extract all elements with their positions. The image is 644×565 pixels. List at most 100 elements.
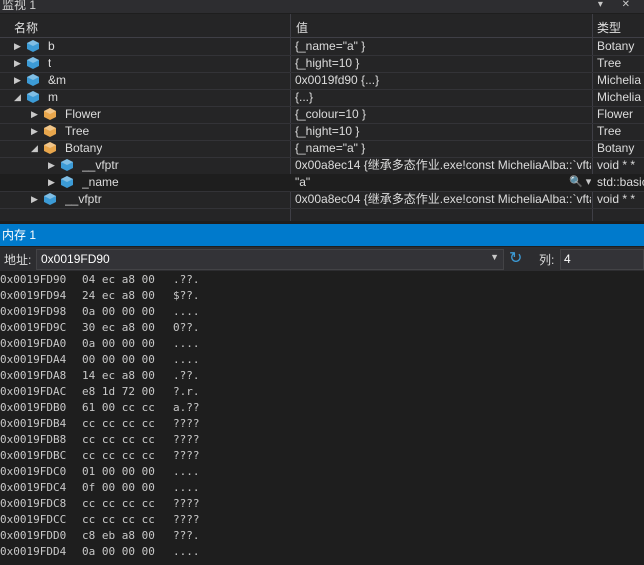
- collapse-arrow-icon[interactable]: ◢: [14, 89, 24, 105]
- memory-row[interactable]: 0x0019FDD4 0a 00 00 00....: [0, 544, 644, 560]
- memory-row-hex: cc cc cc cc: [82, 449, 155, 462]
- memory-row-address: 0x0019FDBC: [0, 449, 67, 462]
- watch-row-name: m: [48, 90, 58, 104]
- memory-row-address: 0x0019FDA8: [0, 369, 67, 382]
- memory-row[interactable]: 0x0019FD94 24 ec a8 00 $??.: [0, 288, 644, 304]
- watch-row-value: {_name="a" }: [295, 141, 366, 155]
- memory-row-hex: 00 00 00 00: [82, 353, 155, 366]
- memory-row[interactable]: 0x0019FDB8 cc cc cc cc????: [0, 432, 644, 448]
- expand-arrow-icon[interactable]: ▶: [31, 123, 41, 139]
- watch-row-name: b: [48, 39, 55, 53]
- watch-row-value[interactable]: "a": [295, 174, 591, 190]
- chevron-down-icon[interactable]: ▼: [490, 252, 499, 262]
- watch-row[interactable]: ▶ t {_hight=10 } Tree: [0, 55, 644, 73]
- variable-icon: [26, 56, 40, 70]
- watch-row[interactable]: ▶ __vfptr 0x00a8ec14 {继承多态作业.exe!const Mic…: [0, 157, 644, 175]
- memory-row[interactable]: 0x0019FDCC cc cc cc cc????: [0, 512, 644, 528]
- memory-row-address: 0x0019FDB0: [0, 401, 67, 414]
- watch-row[interactable]: ▶ Flower {_colour=10 } Flower: [0, 106, 644, 124]
- watch-row-value: {_name="a" }: [295, 39, 366, 53]
- watch-row-name: Tree: [65, 124, 90, 138]
- memory-row-chars: ....: [173, 305, 200, 318]
- watch-row[interactable]: ▶ Tree {_hight=10 } Tree: [0, 123, 644, 141]
- memory-row[interactable]: 0x0019FDB0 61 00 cc cc a.??: [0, 400, 644, 416]
- column-header-value[interactable]: 值: [296, 19, 308, 36]
- memory-row-chars: .??.: [173, 273, 200, 286]
- watch-row[interactable]: ▶ &m 0x0019fd90 {...} Michelia: [0, 72, 644, 90]
- base-class-icon: [43, 107, 57, 121]
- memory-row-chars: ....: [173, 353, 200, 366]
- memory-row[interactable]: 0x0019FDA8 14 ec a8 00.??.: [0, 368, 644, 384]
- memory-row-hex: cc cc cc cc: [82, 497, 155, 510]
- expand-arrow-icon[interactable]: ▶: [31, 191, 41, 207]
- watch-row[interactable]: ▶ __vfptr 0x00a8ec04 {继承多态作业.exe!const Mic…: [0, 191, 644, 209]
- memory-row[interactable]: 0x0019FDC8 cc cc cc cc????: [0, 496, 644, 512]
- collapse-arrow-icon[interactable]: ◢: [31, 140, 41, 156]
- search-icon[interactable]: 🔍 ▾: [569, 174, 591, 190]
- memory-row[interactable]: 0x0019FD98 0a 00 00 00....: [0, 304, 644, 320]
- memory-view[interactable]: 0x0019FD90 04 ec a8 00.??. 0x0019FD94 24 ec…: [0, 272, 644, 565]
- memory-row-chars: ....: [173, 545, 200, 558]
- variable-icon: [26, 73, 40, 87]
- column-header-type[interactable]: 类型: [597, 19, 621, 36]
- watch-row[interactable]: ▶ b {_name="a" } Botany: [0, 38, 644, 56]
- column-header-name[interactable]: 名称: [14, 19, 38, 36]
- watch-row-name: Botany: [65, 141, 103, 155]
- memory-row[interactable]: 0x0019FD9C 30 ec a8 00 0??.: [0, 320, 644, 336]
- panel-menu-close-icons[interactable]: ▾ ✕: [598, 0, 638, 11]
- memory-row[interactable]: 0x0019FDB4 cc cc cc cc????: [0, 416, 644, 432]
- watch-panel-titlebar: 监视 1 ▾ ✕: [0, 0, 644, 13]
- memory-row-chars: ....: [173, 465, 200, 478]
- memory-row[interactable]: 0x0019FDC0 01 00 00 00....: [0, 464, 644, 480]
- base-class-icon: [43, 124, 57, 138]
- memory-row-chars: ???.: [173, 529, 200, 542]
- memory-row[interactable]: 0x0019FDD0 c8 eb a8 00???.: [0, 528, 644, 544]
- watch-row-value: 0x0019fd90 {...}: [295, 73, 380, 87]
- watch-row-type: Flower: [597, 107, 634, 121]
- memory-panel-titlebar: 内存 1: [0, 224, 644, 246]
- address-value[interactable]: 0x0019FD90: [41, 252, 110, 266]
- expand-arrow-icon[interactable]: ▶: [14, 55, 24, 71]
- watch-row-name: Flower: [65, 107, 102, 121]
- watch-row-type: Botany: [597, 39, 635, 53]
- watch-row-type: void * *: [597, 192, 636, 206]
- memory-row-address: 0x0019FDC4: [0, 481, 67, 494]
- memory-panel-title: 内存 1: [2, 228, 37, 242]
- watch-row[interactable]: ◢ Botany {_name="a" } Botany: [0, 140, 644, 158]
- expand-arrow-icon[interactable]: ▶: [48, 174, 58, 190]
- expand-arrow-icon[interactable]: ▶: [14, 72, 24, 88]
- memory-row[interactable]: 0x0019FDA0 0a 00 00 00....: [0, 336, 644, 352]
- watch-row-type: std::basic: [597, 175, 644, 189]
- watch-row-name: _name: [82, 175, 119, 189]
- memory-row-hex: cc cc cc cc: [82, 433, 155, 446]
- memory-row[interactable]: 0x0019FDA4 00 00 00 00....: [0, 352, 644, 368]
- columns-input[interactable]: 4: [560, 249, 644, 270]
- watch-row-name: __vfptr: [82, 158, 119, 172]
- memory-row-address: 0x0019FD94: [0, 289, 67, 302]
- watch-row-type: Botany: [597, 141, 635, 155]
- memory-row[interactable]: 0x0019FDBC cc cc cc cc????: [0, 448, 644, 464]
- memory-row-chars: 0??.: [173, 321, 200, 334]
- memory-row-hex: 24 ec a8 00: [82, 289, 155, 302]
- variable-icon: [60, 158, 74, 172]
- expand-arrow-icon[interactable]: ▶: [31, 106, 41, 122]
- memory-row[interactable]: 0x0019FDAC e8 1d 72 00 ?.r.: [0, 384, 644, 400]
- columns-value[interactable]: 4: [564, 252, 571, 266]
- memory-row-address: 0x0019FDD4: [0, 545, 67, 558]
- memory-row-address: 0x0019FDCC: [0, 513, 67, 526]
- memory-row-address: 0x0019FD9C: [0, 321, 67, 334]
- memory-row-hex: 61 00 cc cc: [82, 401, 155, 414]
- memory-row-address: 0x0019FD98: [0, 305, 67, 318]
- address-input[interactable]: 0x0019FD90 ▼: [36, 249, 504, 270]
- refresh-icon[interactable]: ↻: [509, 248, 522, 268]
- expand-arrow-icon[interactable]: ▶: [14, 38, 24, 54]
- watch-row-name: __vfptr: [65, 192, 102, 206]
- memory-row[interactable]: 0x0019FDC4 0f 00 00 00....: [0, 480, 644, 496]
- memory-row-hex: cc cc cc cc: [82, 417, 155, 430]
- watch-row[interactable]: ◢ m {...} Michelia: [0, 89, 644, 107]
- memory-row[interactable]: 0x0019FD90 04 ec a8 00.??.: [0, 272, 644, 288]
- watch-row[interactable]: ▶ _name "a" 🔍 ▾ std::basic: [0, 174, 644, 192]
- memory-row-hex: 30 ec a8 00: [82, 321, 155, 334]
- expand-arrow-icon[interactable]: ▶: [48, 157, 58, 173]
- memory-row-address: 0x0019FDC8: [0, 497, 67, 510]
